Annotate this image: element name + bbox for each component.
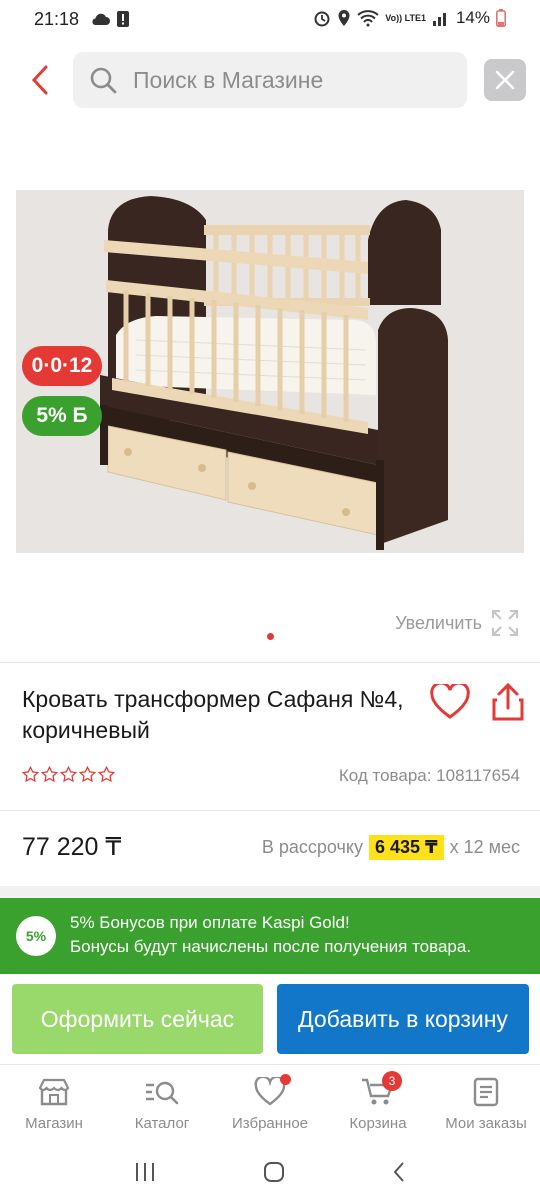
product-title: Кровать трансформер Сафаня №4, коричневы… — [22, 686, 404, 743]
product-sku: Код товара: 108117654 — [338, 766, 520, 785]
search-header — [0, 40, 540, 122]
section-separator — [0, 886, 540, 898]
chevron-left-icon — [31, 65, 48, 95]
bonus-banner[interactable]: 5% 5% Бонусов при оплате Kaspi Gold! Бон… — [0, 898, 540, 974]
catalog-search-icon — [146, 1081, 179, 1105]
rating-stars — [22, 766, 115, 783]
orders-icon — [473, 1077, 499, 1107]
zoom-button[interactable]: Увеличить — [395, 608, 520, 638]
star-icon — [22, 766, 39, 783]
nav-label-orders: Мои заказы — [445, 1115, 527, 1132]
home-icon[interactable] — [262, 1160, 286, 1184]
expand-icon — [492, 610, 518, 636]
share-button[interactable] — [490, 682, 526, 722]
cloud-icon — [92, 13, 110, 25]
recent-apps-icon[interactable] — [133, 1161, 157, 1183]
zoom-label: Увеличить — [395, 612, 482, 633]
bottom-nav: Магазин Каталог Избранное 3 Корзина Мои … — [0, 1064, 540, 1144]
installment-badge: 0·0·12 — [22, 346, 102, 386]
search-input[interactable] — [133, 66, 433, 94]
signal-icon — [432, 13, 446, 26]
back-nav-icon[interactable] — [391, 1160, 407, 1184]
nav-label-cart: Корзина — [349, 1115, 407, 1132]
divider — [0, 662, 540, 663]
add-to-cart-button[interactable]: Добавить в корзину — [277, 984, 529, 1054]
star-icon — [98, 766, 115, 783]
nav-item-favorites[interactable]: Избранное — [216, 1065, 324, 1144]
close-icon — [495, 70, 515, 90]
product-price: 77 220 ₸ — [22, 833, 122, 861]
nav-item-cart[interactable]: 3 Корзина — [324, 1065, 432, 1144]
search-icon — [90, 67, 117, 94]
status-left-icons — [90, 10, 130, 28]
system-nav-bar — [0, 1144, 540, 1200]
location-icon — [338, 10, 350, 26]
installment-info: В рассрочку 6 435 ₸ x 12 мес — [262, 835, 520, 860]
share-icon — [492, 682, 524, 721]
network-label: Vo)) LTE1 — [385, 12, 426, 23]
bonus-line1: 5% Бонусов при оплате Kaspi Gold! — [70, 913, 350, 932]
divider — [0, 810, 540, 811]
nav-label-favorites: Избранное — [231, 1115, 309, 1132]
favorite-button[interactable] — [430, 681, 470, 720]
status-time: 21:18 — [34, 9, 80, 29]
nav-item-catalog[interactable]: Каталог — [108, 1065, 216, 1144]
nav-label-shop: Магазин — [25, 1115, 83, 1132]
heart-icon — [430, 681, 470, 719]
alarm-icon — [314, 11, 330, 27]
battery-icon — [496, 9, 506, 27]
star-icon — [60, 766, 77, 783]
back-button[interactable] — [22, 62, 58, 98]
checkout-button[interactable]: Оформить сейчас — [12, 984, 263, 1054]
cart-count-badge: 3 — [382, 1071, 402, 1091]
carousel-indicator — [267, 633, 274, 640]
favorites-dot — [280, 1074, 291, 1085]
close-button[interactable] — [484, 59, 526, 101]
installment-amount: 6 435 ₸ — [369, 835, 444, 860]
installment-prefix: В рассрочку — [261, 837, 363, 857]
nav-item-orders[interactable]: Мои заказы — [432, 1065, 540, 1144]
bonus-line2: Бонусы будут начислены после получения т… — [70, 937, 472, 956]
wifi-icon — [357, 10, 379, 27]
star-icon — [79, 766, 96, 783]
status-right-icons: Vo)) LTE1 14% — [313, 8, 506, 28]
battery-percent: 14% — [455, 8, 490, 27]
bonus-badge: 5% Б — [22, 396, 102, 436]
nav-item-shop[interactable]: Магазин — [0, 1065, 108, 1144]
shop-icon — [38, 1078, 70, 1106]
nav-label-catalog: Каталог — [134, 1115, 190, 1132]
status-bar: 21:18 Vo)) LTE1 14% — [0, 0, 540, 40]
alert-icon — [117, 11, 129, 27]
star-icon — [41, 766, 58, 783]
bonus-percent-badge: 5% — [16, 916, 56, 956]
search-box[interactable] — [73, 52, 467, 108]
installment-suffix: x 12 мес — [449, 837, 520, 857]
